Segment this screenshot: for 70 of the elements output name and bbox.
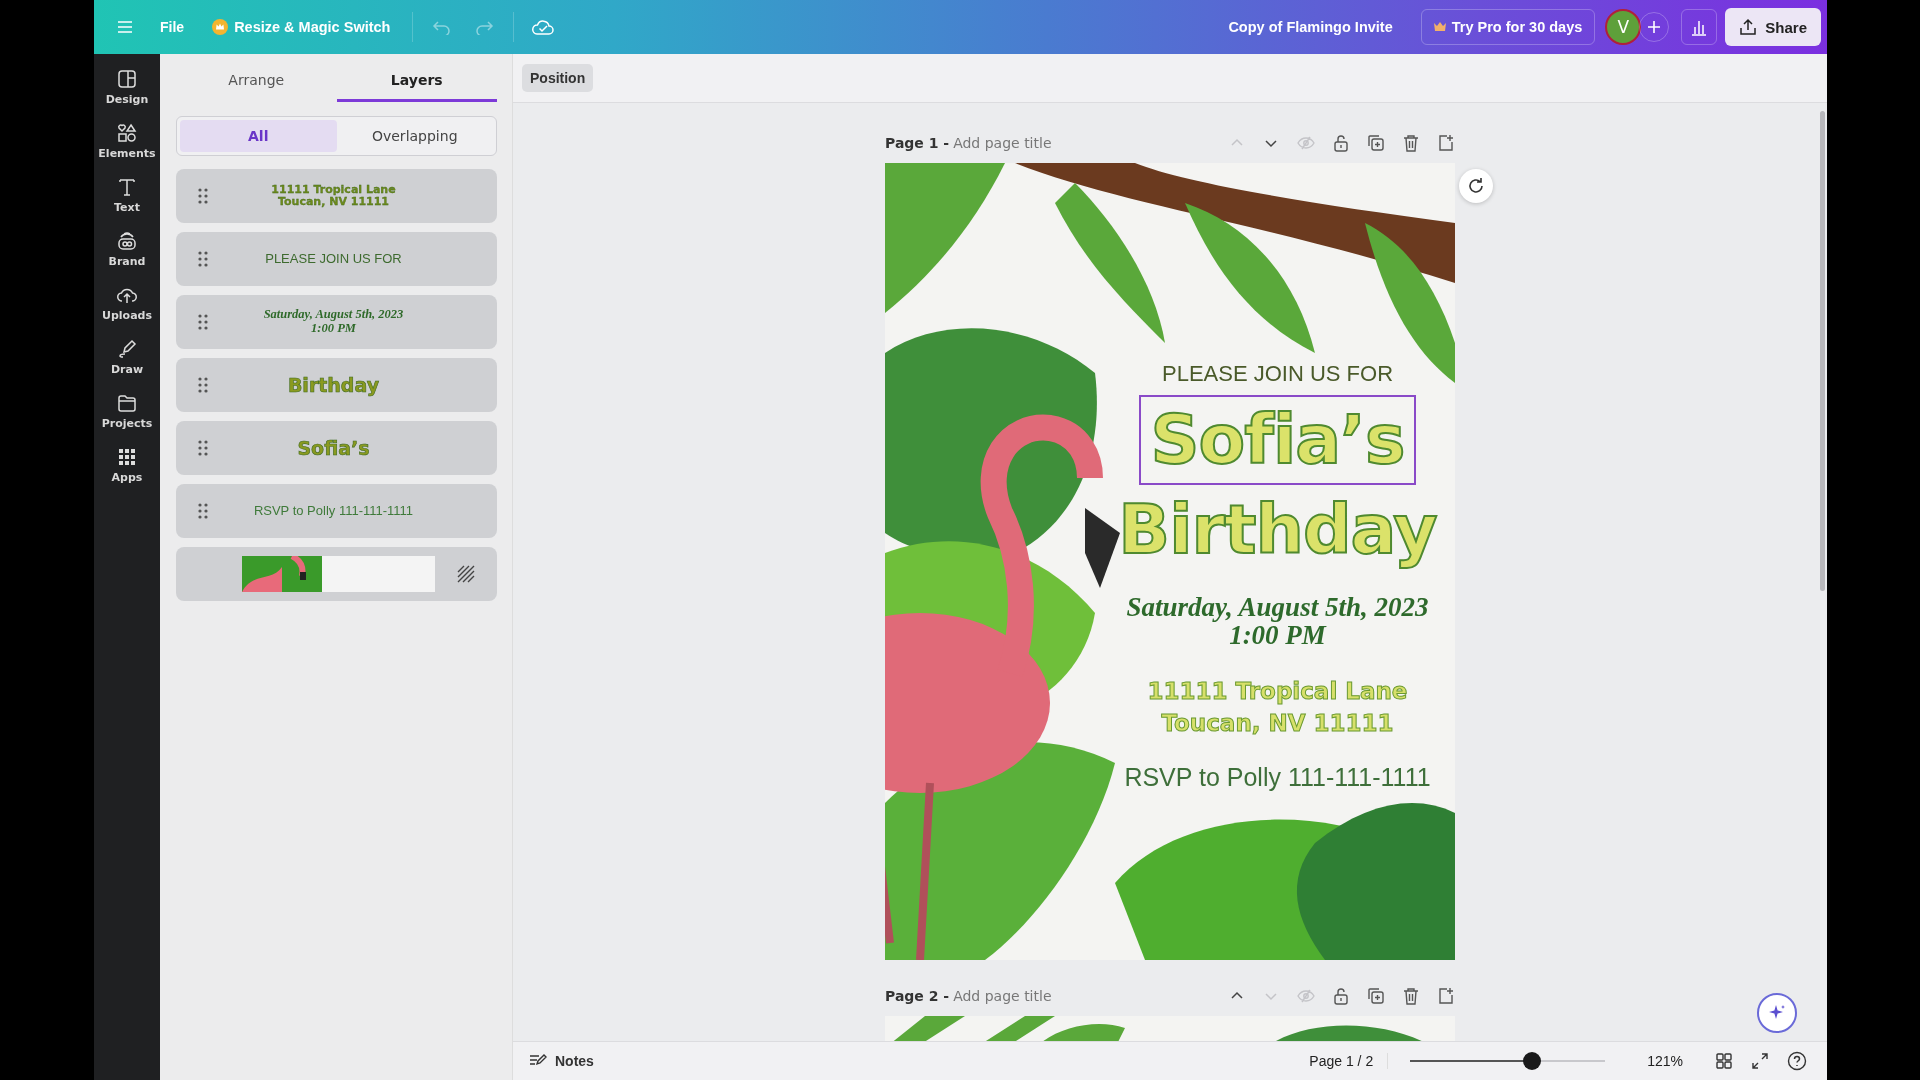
trash-icon[interactable] [1403, 987, 1419, 1005]
user-avatar[interactable]: V [1605, 9, 1642, 45]
invitation-text[interactable]: RSVP to Polly 111-111-1111 [1122, 761, 1433, 794]
help-icon[interactable] [1787, 1051, 1807, 1071]
elements-icon [116, 122, 138, 144]
layer-preview-text: PLEASE JOIN US FOR [264, 251, 403, 267]
duplicate-icon[interactable] [1367, 134, 1385, 152]
upload-icon [1739, 18, 1758, 36]
drag-handle-icon[interactable] [198, 440, 208, 456]
rail-item[interactable]: Brand [96, 230, 158, 268]
add-page-icon[interactable] [1437, 134, 1455, 152]
filter-option[interactable]: Overlapping [336, 120, 493, 152]
design-icon [116, 68, 138, 90]
layer-item[interactable] [176, 547, 497, 601]
rail-item[interactable]: Draw [96, 338, 158, 376]
invitation-text[interactable]: PLEASE JOIN US FOR [1159, 359, 1396, 389]
refresh-icon[interactable] [1459, 169, 1493, 203]
zoom-slider-thumb[interactable] [1523, 1052, 1542, 1070]
layer-preview-text: Saturday, August 5th, 2023 1:00 PM [262, 308, 405, 336]
add-page-icon[interactable] [1437, 987, 1455, 1005]
brand-icon [116, 230, 138, 252]
drag-handle-icon[interactable] [198, 251, 208, 267]
drag-handle-icon[interactable] [198, 377, 208, 393]
page-label: Page 2 - [885, 988, 950, 1004]
position-button[interactable]: Position [522, 64, 594, 92]
panel-tab[interactable]: Layers [336, 54, 497, 102]
rail-item[interactable]: Elements [96, 122, 158, 160]
panel-tab[interactable]: Arrange [176, 54, 337, 102]
drag-handle-icon[interactable] [198, 503, 208, 519]
bar-chart-icon[interactable] [1681, 9, 1718, 45]
grid-view-icon[interactable] [1715, 1052, 1733, 1070]
unlock-icon[interactable] [1333, 134, 1349, 152]
drag-handle-icon[interactable] [198, 188, 208, 204]
document-title[interactable]: Copy of Flamingo Invite [1228, 19, 1393, 35]
trash-icon[interactable] [1403, 134, 1419, 152]
crown-icon [1433, 22, 1446, 32]
text-icon [116, 176, 138, 198]
projects-icon [116, 392, 138, 414]
rail-item[interactable]: Design [96, 68, 158, 106]
duplicate-icon[interactable] [1367, 987, 1385, 1005]
page-counter[interactable]: Page 1 / 2 [1309, 1053, 1389, 1069]
layer-preview-text: RSVP to Polly 111-111-1111 [252, 503, 415, 519]
page-label: Page 1 - [885, 135, 950, 151]
layer-item[interactable]: PLEASE JOIN US FOR [176, 232, 497, 286]
filter-option[interactable]: All [180, 120, 337, 152]
rail-item[interactable]: Projects [96, 392, 158, 430]
draw-icon [116, 338, 138, 360]
zoom-level[interactable]: 121% [1647, 1053, 1683, 1069]
layer-preview-text: Birthday [286, 374, 381, 396]
transparency-icon[interactable] [457, 565, 475, 583]
layer-preview-text: Sofia’s [296, 437, 371, 459]
unlock-icon[interactable] [1333, 987, 1349, 1005]
layer-item[interactable]: Saturday, August 5th, 2023 1:00 PM [176, 295, 497, 349]
rail-item[interactable]: Apps [96, 446, 158, 484]
rail-item[interactable]: Text [96, 176, 158, 214]
fullscreen-icon[interactable] [1751, 1052, 1769, 1070]
page-preview-drawing[interactable] [885, 1016, 1455, 1041]
apps-icon [116, 446, 138, 468]
page-title-input[interactable]: Add page title [953, 988, 1052, 1004]
invitation-text[interactable]: Saturday, August 5th, 2023 1:00 PM [1124, 591, 1431, 651]
drag-handle-icon[interactable] [198, 314, 208, 330]
sparkle-icon[interactable] [1757, 993, 1797, 1033]
crown-icon [212, 19, 229, 35]
page-title-input[interactable]: Add page title [953, 135, 1052, 151]
layer-item[interactable]: RSVP to Polly 111-111-1111 [176, 484, 497, 538]
rail-item[interactable]: Uploads [96, 284, 158, 322]
notes-button[interactable]: Notes [529, 1053, 594, 1069]
try-pro-button[interactable]: Try Pro for 30 days [1420, 9, 1596, 45]
share-button[interactable]: Share [1725, 8, 1821, 46]
layer-preview-text: 11111 Tropical Lane Toucan, NV 11111 [270, 183, 397, 209]
